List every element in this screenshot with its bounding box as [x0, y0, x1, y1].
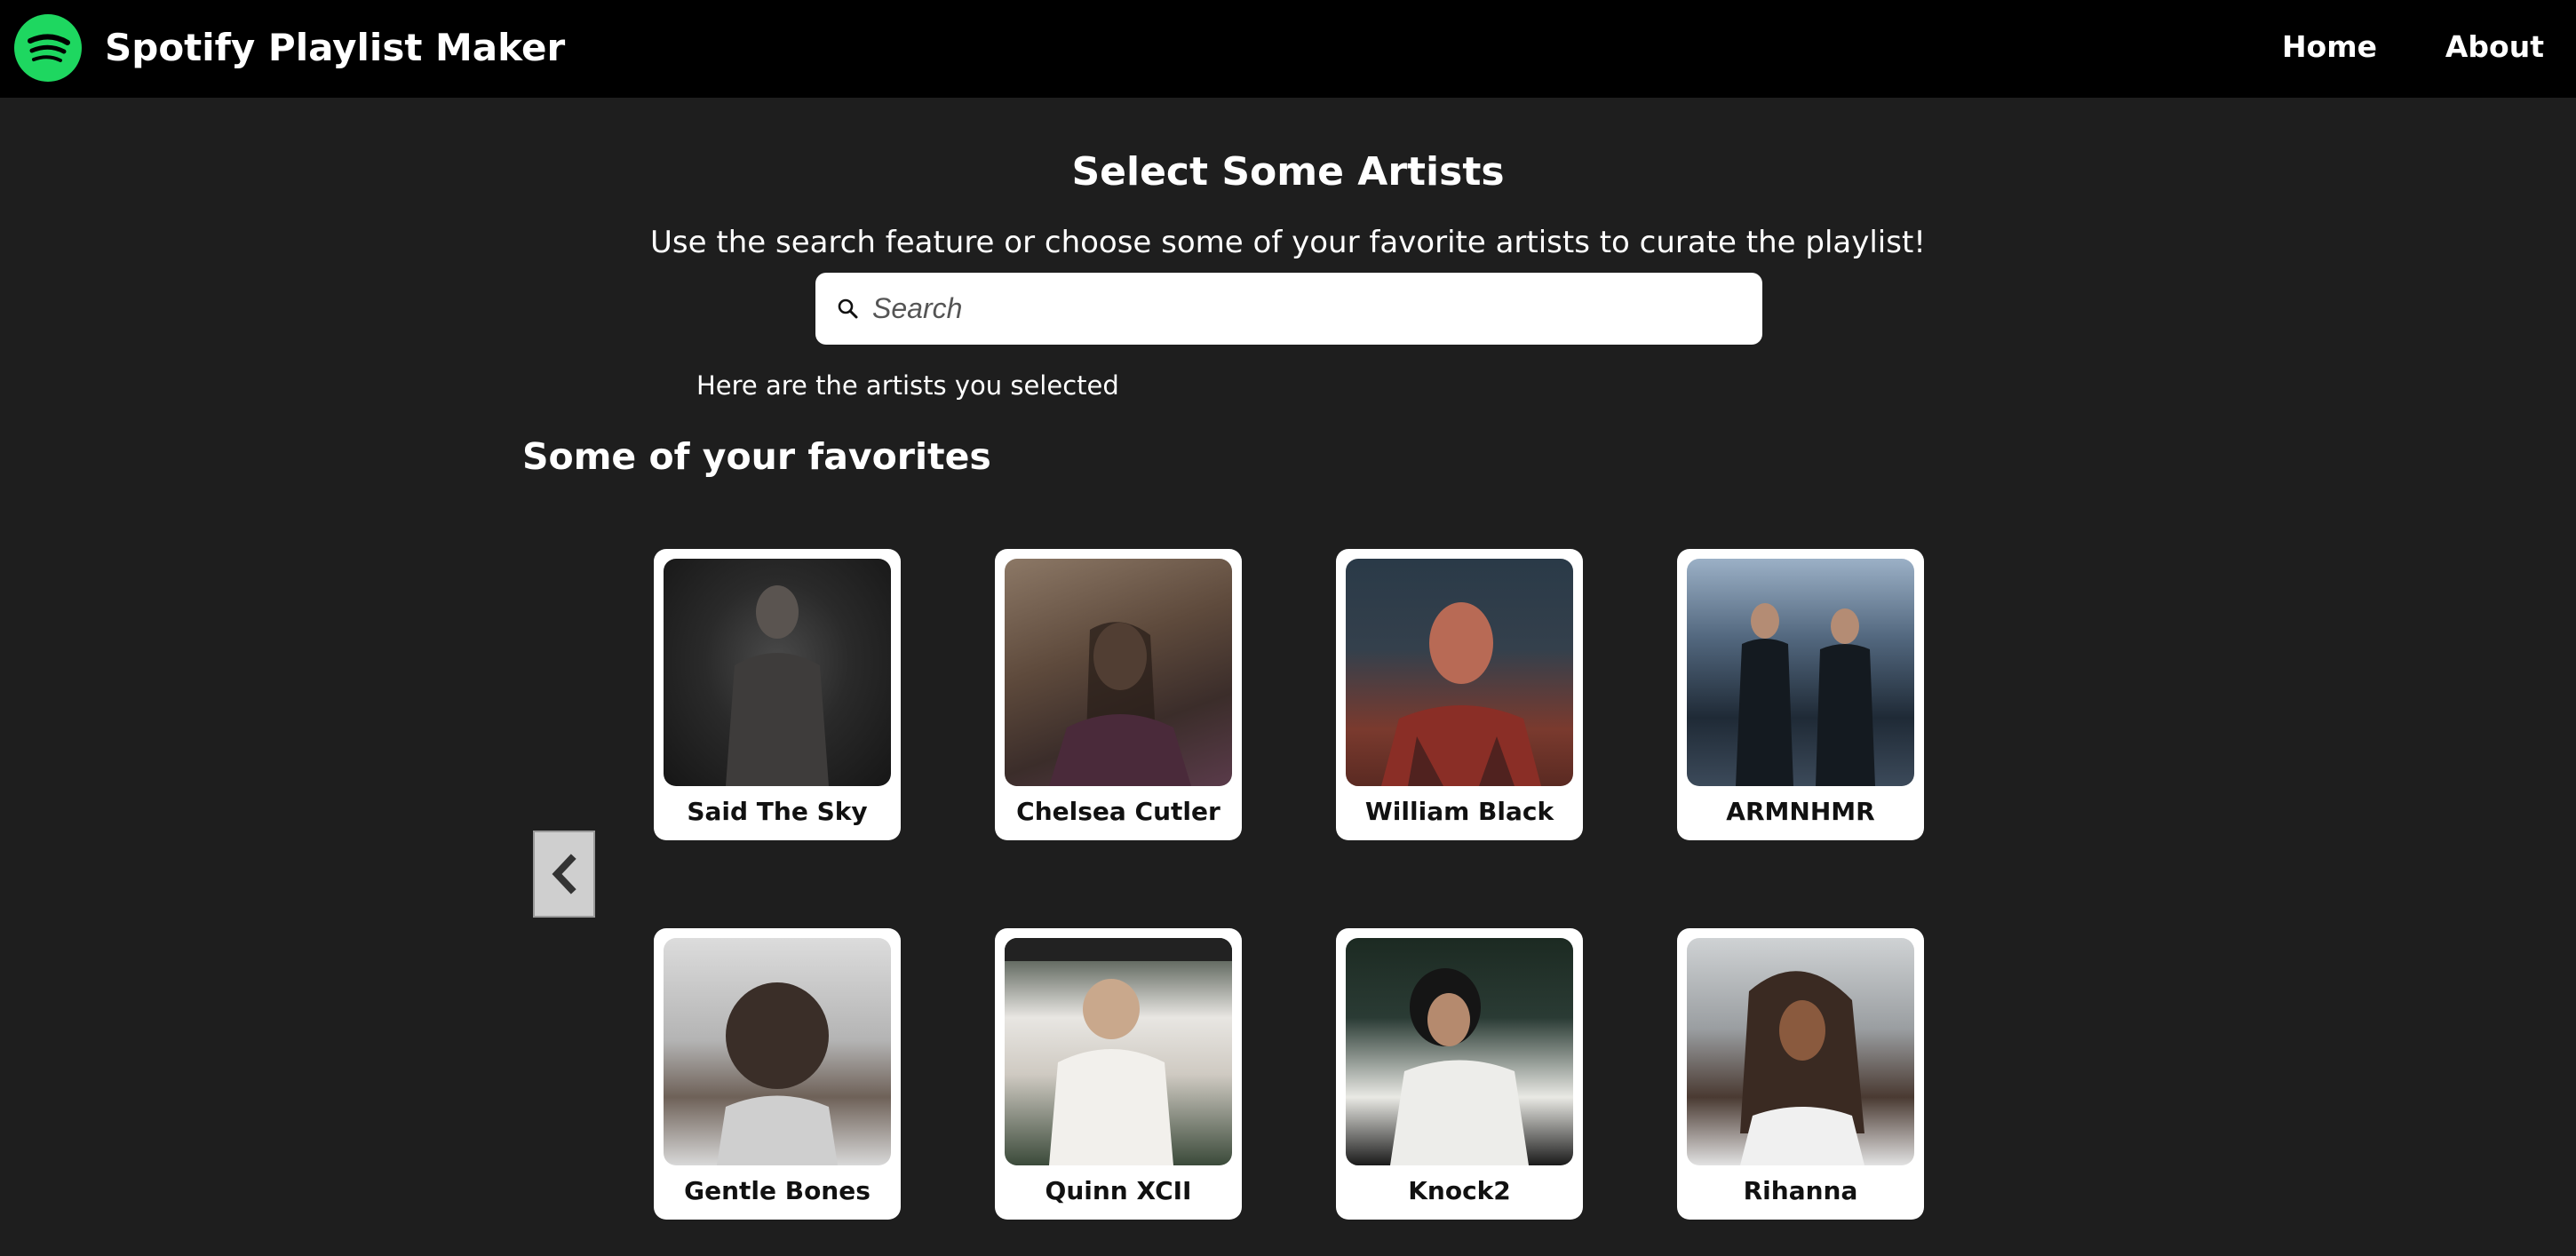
artist-photo: [664, 559, 891, 786]
artist-photo: [1005, 559, 1232, 786]
artist-name: William Black: [1364, 797, 1554, 826]
artist-card[interactable]: ARMNHMR: [1677, 549, 1924, 840]
artist-photo: [1346, 559, 1573, 786]
spotify-logo-icon[interactable]: [14, 14, 82, 82]
artist-name: ARMNHMR: [1726, 797, 1875, 826]
favorites-heading: Some of your favorites: [522, 435, 991, 478]
artist-name: Quinn XCII: [1045, 1176, 1192, 1205]
artist-card[interactable]: Quinn XCII: [995, 928, 1242, 1220]
artist-card[interactable]: Rihanna: [1677, 928, 1924, 1220]
search-input[interactable]: [871, 280, 1741, 337]
artist-card[interactable]: William Black: [1336, 549, 1583, 840]
page-subtitle: Use the search feature or choose some of…: [650, 225, 1926, 260]
nav-home-link[interactable]: Home: [2282, 27, 2377, 68]
search-bar[interactable]: [815, 273, 1762, 345]
carousel-prev-button[interactable]: [533, 831, 595, 918]
artist-photo: [1687, 938, 1914, 1165]
artist-name: Knock2: [1408, 1176, 1511, 1205]
top-navbar: Spotify Playlist Maker Home About: [0, 0, 2576, 98]
artist-card[interactable]: Said The Sky: [654, 549, 901, 840]
artist-photo: [1687, 559, 1914, 786]
search-icon: [835, 296, 862, 322]
artist-name: Said The Sky: [687, 797, 868, 826]
artist-name: Rihanna: [1743, 1176, 1858, 1205]
page-title: Select Some Artists: [1071, 149, 1505, 195]
chevron-left-icon: [552, 854, 576, 894]
artist-name: Gentle Bones: [684, 1176, 871, 1205]
artist-photo: [664, 938, 891, 1165]
nav-about-link[interactable]: About: [2445, 27, 2544, 68]
selected-artists-label: Here are the artists you selected: [696, 370, 1119, 401]
artist-card[interactable]: Chelsea Cutler: [995, 549, 1242, 840]
artist-name: Chelsea Cutler: [1016, 797, 1220, 826]
artist-card[interactable]: Knock2: [1336, 928, 1583, 1220]
app-title[interactable]: Spotify Playlist Maker: [105, 23, 565, 73]
artist-photo: [1005, 938, 1232, 1165]
artist-photo: [1346, 938, 1573, 1165]
artist-card[interactable]: Gentle Bones: [654, 928, 901, 1220]
